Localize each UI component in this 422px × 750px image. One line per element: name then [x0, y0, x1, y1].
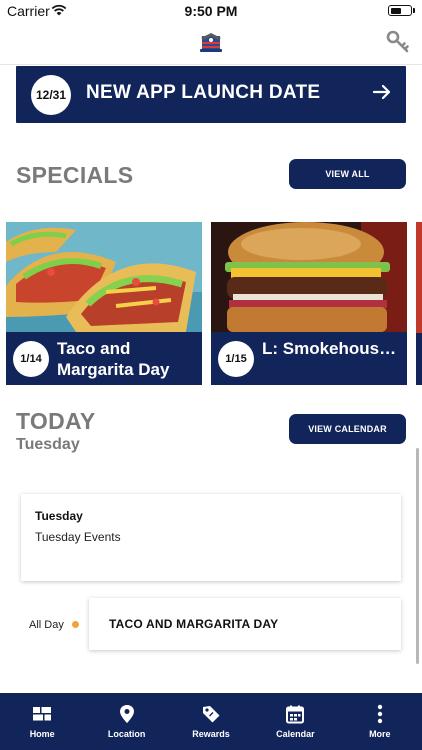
today-weekday: Tuesday — [16, 436, 80, 453]
special-card-burger[interactable]: 1/15 L: Smokehous… — [211, 222, 407, 385]
special-title: Taco and Margarita Day — [57, 339, 170, 379]
nav-label: More — [369, 729, 391, 739]
battery-icon — [388, 5, 415, 16]
launch-banner[interactable]: 12/31 NEW APP LAUNCH DATE — [16, 66, 406, 123]
bottom-nav: Home Location Rewards Calendar More — [0, 693, 422, 750]
nav-home[interactable]: Home — [0, 693, 84, 750]
map-pin-icon — [119, 705, 134, 723]
key-icon[interactable] — [386, 30, 410, 56]
special-card-caption: 1/14 Taco and Margarita Day — [6, 332, 202, 385]
special-date-badge: 1/14 — [13, 341, 49, 377]
nav-location[interactable]: Location — [84, 693, 168, 750]
nav-label: Home — [29, 729, 55, 739]
event-title: TACO AND MARGARITA DAY — [109, 617, 279, 631]
special-card-caption: 1/15 L: Smokehous… — [211, 332, 407, 385]
nav-label: Calendar — [276, 729, 315, 739]
special-card-taco[interactable]: 1/14 Taco and Margarita Day — [6, 222, 202, 385]
event-item[interactable]: TACO AND MARGARITA DAY — [89, 598, 401, 650]
today-heading: TODAY — [16, 408, 96, 434]
special-date-badge: 1/15 — [218, 341, 254, 377]
arrow-right-icon — [373, 84, 391, 100]
view-calendar-button[interactable]: VIEW CALENDAR — [289, 414, 406, 444]
specials-heading: SPECIALS — [16, 162, 134, 188]
day-events-card[interactable]: Tuesday Tuesday Events — [21, 494, 401, 581]
nav-label: Location — [107, 729, 146, 739]
battery-level — [390, 7, 401, 14]
app-header — [0, 22, 422, 64]
event-time-label: All Day — [29, 619, 64, 631]
scrollbar[interactable] — [416, 448, 419, 664]
status-bar: Carrier 9:50 PM — [0, 0, 422, 22]
nav-rewards[interactable]: Rewards — [169, 693, 253, 750]
special-title: L: Smokehous… — [262, 339, 397, 358]
special-card-peek[interactable] — [416, 222, 422, 385]
banner-date-badge: 12/31 — [31, 75, 71, 115]
more-vertical-icon — [377, 704, 383, 724]
tacos-photo — [6, 222, 202, 332]
header-divider — [0, 64, 422, 65]
nav-calendar[interactable]: Calendar — [253, 693, 337, 750]
nav-label: Rewards — [192, 729, 230, 739]
tag-icon — [203, 706, 220, 723]
grid-icon — [33, 707, 52, 721]
view-all-button[interactable]: VIEW ALL — [289, 159, 406, 189]
eagle-flag-logo — [200, 33, 222, 52]
burger-photo — [211, 222, 407, 332]
banner-title: NEW APP LAUNCH DATE — [86, 82, 321, 103]
clock: 9:50 PM — [184, 3, 238, 19]
day-card-title: Tuesday — [35, 509, 83, 523]
calendar-icon — [286, 705, 305, 724]
event-dot — [72, 621, 79, 628]
nav-more[interactable]: More — [338, 693, 422, 750]
day-card-subtitle: Tuesday Events — [35, 530, 121, 544]
